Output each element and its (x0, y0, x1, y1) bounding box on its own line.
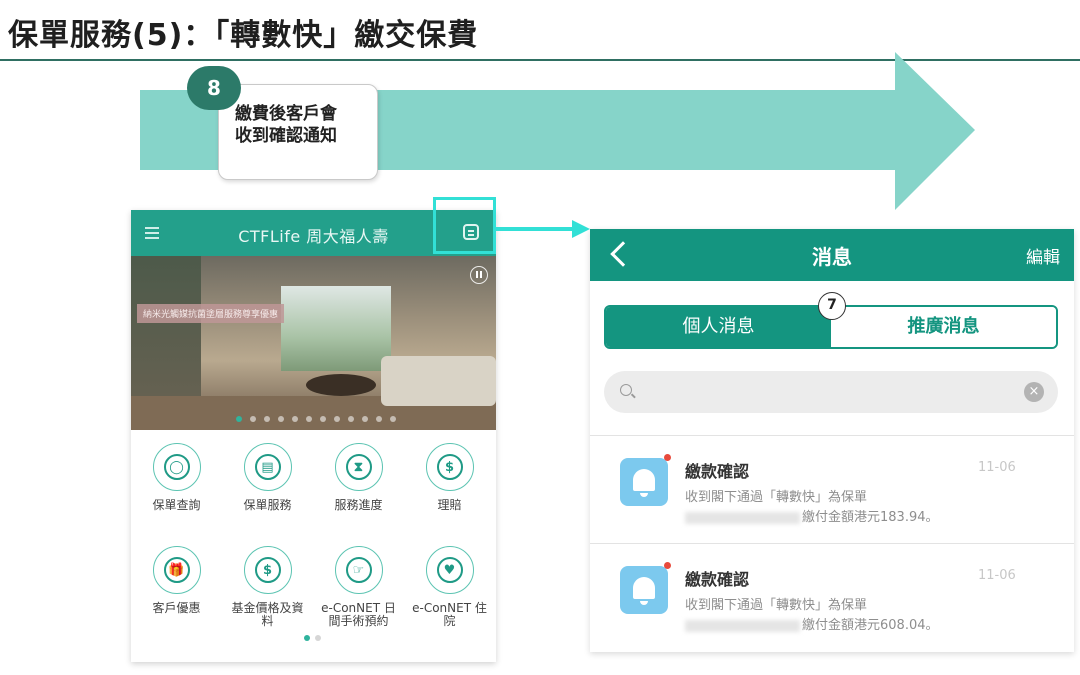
hourglass-icon: ⧗ (334, 443, 383, 491)
pause-icon[interactable] (470, 266, 488, 284)
bell-icon (620, 566, 668, 614)
menu-item[interactable]: ☞ e-ConNET 日間手術預約 (313, 541, 404, 636)
banner-dot[interactable] (362, 416, 368, 422)
shield-dollar-icon: $ (425, 443, 474, 491)
message-body-line1: 收到閣下通過「轉數快」為保單 (685, 598, 868, 613)
messages-title: 消息 (812, 245, 852, 269)
message-body-line2-row: 繳付金額港元183.94。 (685, 508, 939, 528)
message-body-line2: 繳付金額港元183.94。 (802, 510, 939, 525)
menu-item[interactable]: $ 基金價格及資料 (222, 541, 313, 636)
page-title: 保單服務(5)：「轉數快」繳交保費 (8, 18, 479, 53)
banner-dot[interactable] (250, 416, 256, 422)
redacted-policy-number (685, 511, 800, 524)
step-7-badge: 7 (818, 292, 846, 320)
banner-dot[interactable] (292, 416, 298, 422)
banner-pagination (236, 416, 396, 422)
unread-dot (664, 562, 671, 569)
menu-item[interactable]: ⧗ 服務進度 (313, 438, 404, 533)
message-list: 繳款確認 11-06 收到閣下通過「轉數快」為保單 繳付金額港元183.94。 繳款確認… (590, 435, 1074, 651)
message-title: 繳款確認 (685, 462, 750, 481)
search-icon: ◯ (152, 443, 201, 491)
message-item[interactable]: 繳款確認 11-06 收到閣下通過「轉數快」為保單繳付金額港元183.94。 (590, 435, 1074, 543)
ctflife-home-screen: CTFLife 周大福人壽 納米光觸媒抗菌塗層服務尊享優惠 ◯ 保單查詢 ▤ 保單服務… (131, 210, 496, 662)
gift-icon: 🎁 (152, 546, 201, 594)
banner-dot[interactable] (320, 416, 326, 422)
banner-dot[interactable] (348, 416, 354, 422)
banner-dot[interactable] (390, 416, 396, 422)
service-menu-grid: ◯ 保單查詢 ▤ 保單服務 ⧗ 服務進度 $ 理賠 🎁 客戶優惠 $ 基金價格及資料 ☞ e-ConNET… (131, 438, 496, 636)
menu-item[interactable]: 🎁 客戶優惠 (131, 541, 222, 636)
menu-item-label: e-ConNET 住院 (412, 601, 487, 628)
banner-dot[interactable] (306, 416, 312, 422)
step-8-badge: 8 (187, 66, 241, 110)
menu-item[interactable]: ▤ 保單服務 (222, 438, 313, 533)
banner-dot[interactable] (334, 416, 340, 422)
menu-item-label: 理賠 (437, 498, 462, 512)
message-title: 繳款確認 (685, 570, 750, 589)
message-body-line1: 收到閣下通過「轉數快」為保單 (685, 490, 868, 505)
search-icon (620, 384, 632, 396)
location-pin-icon: ♥ (425, 546, 474, 594)
tab-personal-messages[interactable]: 個人消息 (606, 307, 831, 347)
banner-caption: 納米光觸媒抗菌塗層服務尊享優惠 (137, 304, 285, 323)
menu-item-label: 客戶優惠 (152, 601, 201, 615)
document-icon: ▤ (243, 443, 292, 491)
message-item[interactable]: 繳款確認 11-06 收到閣下通過「轉數快」為保單繳付金額港元608.04。 (590, 543, 1074, 651)
step-8-note-line2: 收到確認通知 (235, 126, 337, 146)
page-dot[interactable] (304, 635, 310, 641)
message-body: 收到閣下通過「轉數快」為保單繳付金額港元183.94。 (685, 488, 939, 528)
redacted-policy-number (685, 619, 800, 632)
clear-icon[interactable]: × (1024, 382, 1044, 402)
step-8-note-line1: 繳費後客戶會 (235, 104, 337, 124)
unread-dot (664, 454, 671, 461)
menu-item[interactable]: ◯ 保單查詢 (131, 438, 222, 533)
menu-item[interactable]: $ 理賠 (404, 438, 495, 533)
promo-banner[interactable]: 納米光觸媒抗菌塗層服務尊享優惠 (131, 256, 496, 430)
banner-dot[interactable] (264, 416, 270, 422)
connector-arrow (496, 220, 590, 238)
bell-icon (620, 458, 668, 506)
calendar-icon: ☞ (334, 546, 383, 594)
search-input[interactable]: × (604, 371, 1058, 413)
banner-dot[interactable] (376, 416, 382, 422)
slide: 保單服務(5)：「轉數快」繳交保費 8 繳費後客戶會 收到確認通知 CTFLif… (0, 0, 1080, 675)
tab-promotional-messages[interactable]: 推廣消息 (831, 307, 1056, 347)
message-body-line2: 繳付金額港元608.04。 (802, 618, 939, 633)
dollar-coin-icon: $ (243, 546, 292, 594)
message-body-line2-row: 繳付金額港元608.04。 (685, 616, 939, 636)
menu-item-label: 保單服務 (243, 498, 292, 512)
menu-item[interactable]: ♥ e-ConNET 住院 (404, 541, 495, 636)
messages-screen: 消息 編輯 7 個人消息 推廣消息 × 繳款確認 11-06 收到閣下通過「轉數快」… (590, 229, 1074, 652)
menu-item-label: e-ConNET 日間手術預約 (321, 601, 396, 628)
message-date: 11-06 (978, 568, 1016, 583)
message-icon-highlight (433, 197, 496, 254)
menu-item-label: 基金價格及資料 (231, 601, 304, 628)
banner-dot[interactable] (236, 416, 242, 422)
menu-item-label: 服務進度 (334, 498, 383, 512)
step-8-note: 繳費後客戶會 收到確認通知 (218, 84, 378, 180)
message-date: 11-06 (978, 460, 1016, 475)
edit-button[interactable]: 編輯 (1026, 243, 1060, 268)
banner-dot[interactable] (278, 416, 284, 422)
menu-item-label: 保單查詢 (152, 498, 201, 512)
page-dot[interactable] (315, 635, 321, 641)
message-body: 收到閣下通過「轉數快」為保單繳付金額港元608.04。 (685, 596, 939, 636)
menu-pagination (304, 635, 321, 641)
messages-header: 消息 編輯 (590, 229, 1074, 281)
